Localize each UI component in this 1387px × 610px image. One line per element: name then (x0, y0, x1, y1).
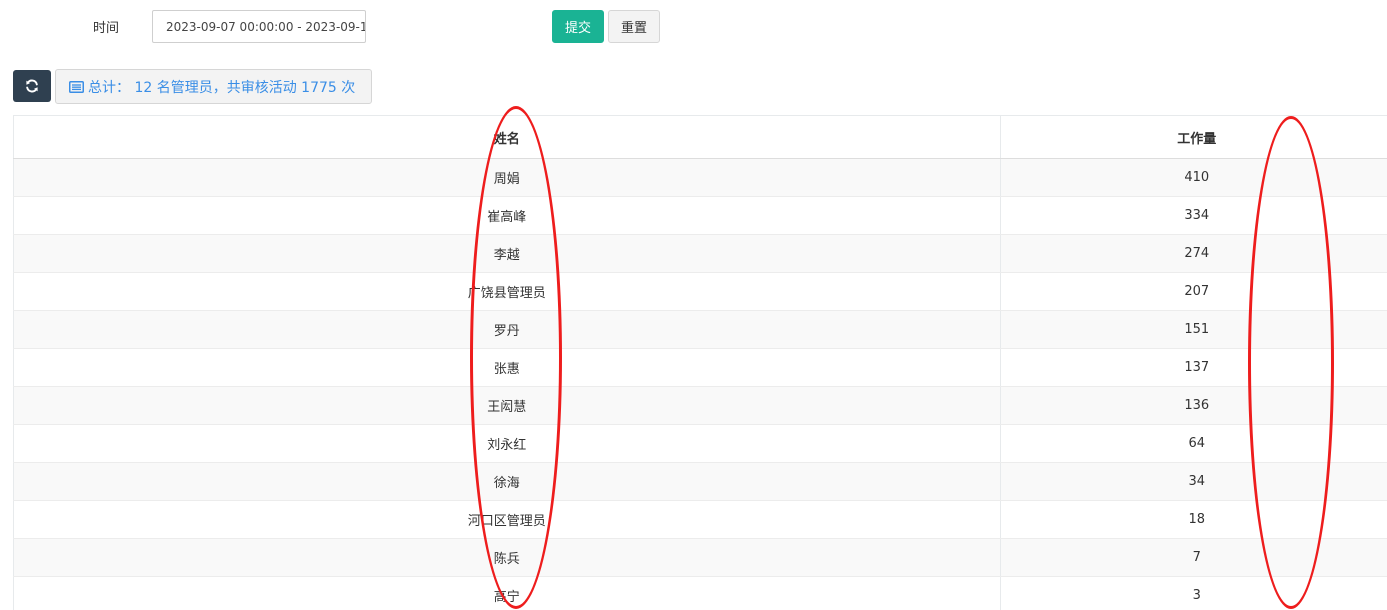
workload-cell: 34 (999, 462, 1387, 501)
name-cell: 崔高峰 (13, 196, 1001, 235)
workload-cell: 64 (999, 424, 1387, 463)
name-cell: 张惠 (13, 348, 1001, 387)
name-cell: 罗丹 (13, 310, 1001, 349)
list-icon (69, 80, 84, 93)
workload-cell: 18 (999, 500, 1387, 539)
name-cell: 河口区管理员 (13, 500, 1001, 539)
table-row: 张惠 137 (13, 348, 1387, 387)
reset-button[interactable]: 重置 (608, 10, 660, 43)
name-cell: 周娟 (13, 158, 1001, 197)
name-cell: 刘永红 (13, 424, 1001, 463)
table-header-row: 姓名 工作量 (13, 115, 1387, 159)
name-cell: 陈兵 (13, 538, 1001, 577)
name-cell: 高宁 (13, 576, 1001, 610)
workload-table: 姓名 工作量 周娟 410 崔高峰 334 李越 274 广饶县管理员 207 罗丹 15… (13, 115, 1387, 610)
workload-cell: 3 (999, 576, 1387, 610)
workload-cell: 7 (999, 538, 1387, 577)
name-cell: 王闳慧 (13, 386, 1001, 425)
table-row: 崔高峰 334 (13, 196, 1387, 235)
submit-button[interactable]: 提交 (552, 10, 604, 43)
table-row: 广饶县管理员 207 (13, 272, 1387, 311)
time-range-input[interactable] (152, 10, 366, 43)
table-row: 刘永红 64 (13, 424, 1387, 463)
workload-cell: 151 (999, 310, 1387, 349)
name-cell: 广饶县管理员 (13, 272, 1001, 311)
table-row: 罗丹 151 (13, 310, 1387, 349)
table-row: 陈兵 7 (13, 538, 1387, 577)
name-cell: 徐海 (13, 462, 1001, 501)
summary-text: 总计： 12 名管理员，共审核活动 1775 次 (88, 79, 356, 96)
refresh-button[interactable] (13, 70, 51, 102)
workload-cell: 274 (999, 234, 1387, 273)
table-row: 李越 274 (13, 234, 1387, 273)
table-row: 徐海 34 (13, 462, 1387, 501)
page: 时间 提交 重置 总计： 12 名管理员，共审核活动 1775 次 (0, 0, 1387, 610)
name-cell: 李越 (13, 234, 1001, 273)
column-header-name[interactable]: 姓名 (13, 115, 1001, 159)
time-label: 时间 (93, 21, 120, 36)
table-row: 河口区管理员 18 (13, 500, 1387, 539)
table-row: 周娟 410 (13, 158, 1387, 197)
workload-cell: 334 (999, 196, 1387, 235)
summary-box: 总计： 12 名管理员，共审核活动 1775 次 (55, 69, 372, 104)
column-header-workload[interactable]: 工作量 (999, 115, 1387, 159)
table-row: 王闳慧 136 (13, 386, 1387, 425)
refresh-icon (25, 79, 39, 93)
table-row: 高宁 3 (13, 576, 1387, 610)
workload-cell: 410 (999, 158, 1387, 197)
workload-cell: 137 (999, 348, 1387, 387)
workload-cell: 136 (999, 386, 1387, 425)
workload-cell: 207 (999, 272, 1387, 311)
